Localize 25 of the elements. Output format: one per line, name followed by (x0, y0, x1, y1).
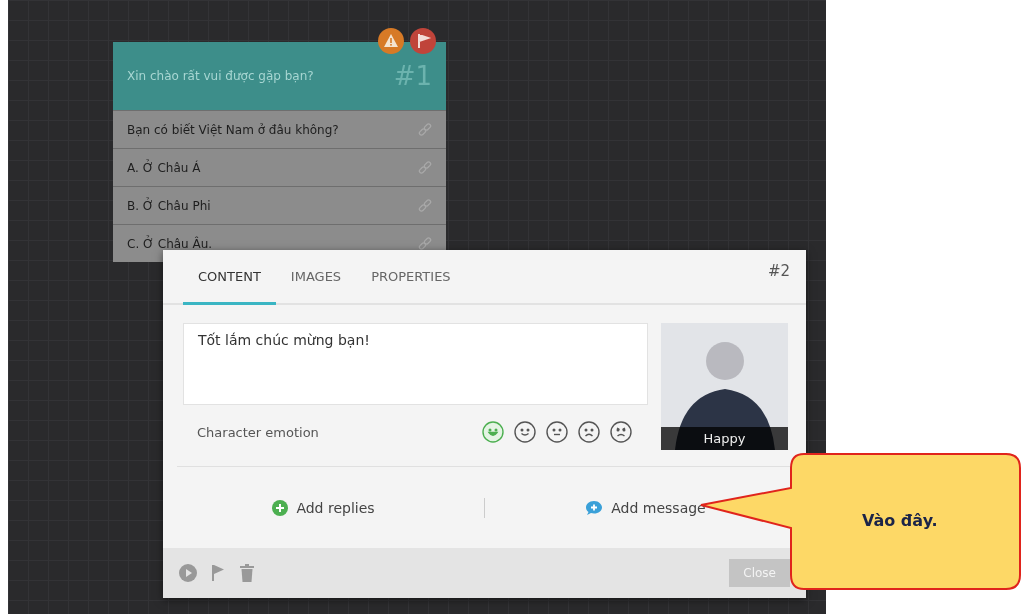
node-title: Xin chào rất vui được gặp bạn? (127, 69, 314, 83)
warning-icon (378, 28, 404, 54)
message-input-field[interactable]: Tốt lắm chúc mừng bạn! (183, 323, 648, 405)
node-row-text: Bạn có biết Việt Nam ở đâu không? (127, 122, 339, 137)
node-row-text: A. Ở Châu Á (127, 160, 201, 175)
smile-face-icon[interactable] (514, 421, 536, 443)
tab[interactable]: CONTENT (183, 250, 276, 305)
trash-icon[interactable] (239, 564, 255, 582)
link-icon[interactable] (418, 236, 432, 251)
emotion-label: Character emotion (197, 424, 319, 440)
node-row-text: C. Ở Châu Âu. (127, 236, 213, 251)
flag-icon (410, 28, 436, 54)
sad-face-icon[interactable] (578, 421, 600, 443)
chat-bubble-icon (585, 499, 604, 516)
emotion-caption: Happy (661, 427, 788, 450)
node-row-text: B. Ở Châu Phi (127, 198, 211, 213)
plus-icon (272, 499, 289, 516)
neutral-face-icon[interactable] (546, 421, 568, 443)
flag-icon[interactable] (211, 564, 225, 582)
laugh-face-icon[interactable] (482, 421, 504, 443)
dialog-number: #2 (767, 262, 790, 280)
angry-face-icon[interactable] (610, 421, 632, 443)
add-replies-button[interactable]: Add replies (266, 495, 381, 520)
callout-text: Vào đây. (862, 511, 938, 530)
play-icon[interactable] (179, 564, 197, 582)
